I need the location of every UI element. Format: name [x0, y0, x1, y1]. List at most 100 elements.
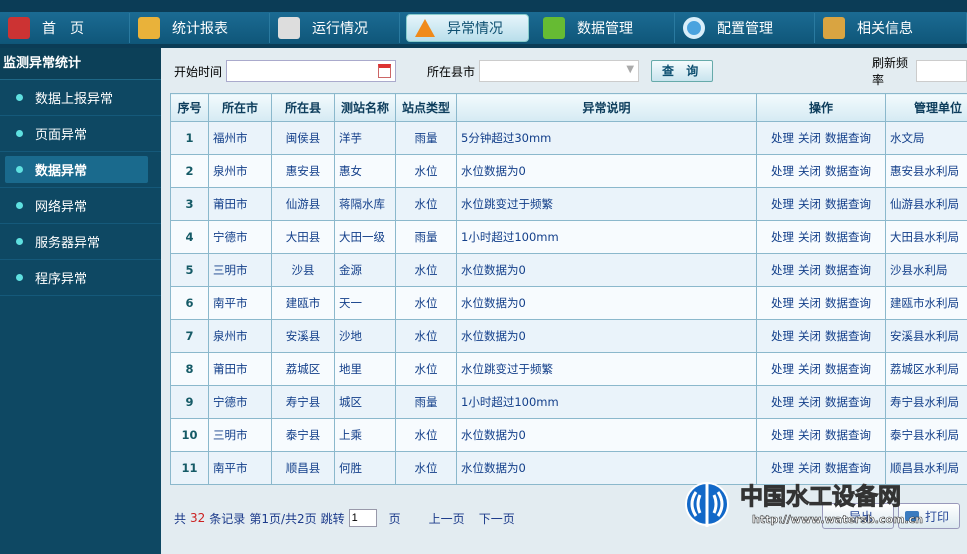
cell: 水位: [395, 319, 457, 353]
county-filter: 所在县市 ▼ 查 询: [427, 58, 714, 84]
nav-item-2[interactable]: 运行情况: [270, 13, 400, 43]
cell: 蒋隔水库: [334, 187, 396, 221]
gear-icon: [683, 17, 705, 39]
total-prefix: 共: [174, 511, 187, 526]
action-link-0[interactable]: 处理: [771, 296, 794, 310]
action-link-2[interactable]: 数据查询: [825, 230, 871, 244]
action-link-1[interactable]: 关闭: [798, 131, 821, 145]
sidebar-item-5[interactable]: 程序异常: [0, 260, 161, 296]
action-link-1[interactable]: 关闭: [798, 428, 821, 442]
cell: 7: [170, 319, 209, 353]
action-link-2[interactable]: 数据查询: [825, 296, 871, 310]
action-link-0[interactable]: 处理: [771, 230, 794, 244]
cell: 仙游县: [271, 187, 335, 221]
county-select[interactable]: ▼: [479, 60, 640, 82]
column-header: 管理单位: [885, 93, 967, 122]
cell: 三明市: [208, 418, 272, 452]
county-label: 所在县市: [427, 64, 476, 79]
action-link-2[interactable]: 数据查询: [825, 362, 871, 376]
action-link-2[interactable]: 数据查询: [825, 395, 871, 409]
action-link-2[interactable]: 数据查询: [825, 131, 871, 145]
start-time-label: 开始时间: [174, 64, 223, 79]
anomaly-table: 序号 所在市 所在县 测站名称 站点类型 异常说明 操作 管理单位 1 福州市 闽侯县 洋芋 雨量 5分…: [170, 93, 967, 485]
pagination: 共 32 条记录 第1页/共2页 跳转 页 上一页 下一页: [174, 509, 515, 527]
action-link-2[interactable]: 数据查询: [825, 461, 871, 475]
action-link-0[interactable]: 处理: [771, 131, 794, 145]
column-header: 站点类型: [395, 93, 457, 122]
sidebar-item-2[interactable]: 数据异常: [0, 152, 161, 188]
action-link-2[interactable]: 数据查询: [825, 197, 871, 211]
action-link-1[interactable]: 关闭: [798, 362, 821, 376]
table-row: 2 泉州市 惠安县 惠女 水位 水位数据为0 处理 关闭 数据查询 惠安县水利局: [170, 154, 967, 188]
cell: 8: [170, 352, 209, 386]
sidebar-item-0[interactable]: 数据上报异常: [0, 80, 161, 116]
action-link-0[interactable]: 处理: [771, 362, 794, 376]
chevron-down-icon: ▼: [626, 64, 635, 75]
action-link-1[interactable]: 关闭: [798, 230, 821, 244]
cell: 1: [170, 121, 209, 155]
action-link-1[interactable]: 关闭: [798, 197, 821, 211]
page-input[interactable]: [348, 509, 377, 527]
cell: 水位: [395, 187, 457, 221]
action-link-1[interactable]: 关闭: [798, 296, 821, 310]
action-link-0[interactable]: 处理: [771, 428, 794, 442]
action-link-1[interactable]: 关闭: [798, 395, 821, 409]
actions-cell: 处理 关闭 数据查询: [756, 385, 886, 419]
nav-item-0[interactable]: 首 页: [0, 13, 130, 43]
sidebar: 监测异常统计 数据上报异常 页面异常 数据异常 网络异常 服务器异常 程序异常: [0, 48, 161, 554]
nav-item-1[interactable]: 统计报表: [130, 13, 270, 43]
action-link-1[interactable]: 关闭: [798, 263, 821, 277]
cell: 上乘: [334, 418, 396, 452]
cell: 泰宁县水利局: [885, 418, 967, 452]
cell: 水位: [395, 451, 457, 485]
cell: 泉州市: [208, 319, 272, 353]
cell: 安溪县水利局: [885, 319, 967, 353]
action-link-0[interactable]: 处理: [771, 164, 794, 178]
cell: 水位: [395, 418, 457, 452]
action-link-1[interactable]: 关闭: [798, 329, 821, 343]
sidebar-item-1[interactable]: 页面异常: [0, 116, 161, 152]
cell: 寿宁县水利局: [885, 385, 967, 419]
start-time-input[interactable]: [226, 60, 397, 82]
nav-item-4[interactable]: 数据管理: [535, 13, 675, 43]
actions-cell: 处理 关闭 数据查询: [756, 121, 886, 155]
cell: 11: [170, 451, 209, 485]
refresh-select[interactable]: [916, 60, 967, 82]
calendar-icon[interactable]: [378, 64, 392, 78]
home-icon: [8, 17, 30, 39]
cell: 水位跳变过于频繁: [456, 352, 757, 386]
action-link-2[interactable]: 数据查询: [825, 428, 871, 442]
action-link-1[interactable]: 关闭: [798, 164, 821, 178]
document-icon: [278, 17, 300, 39]
cell: 沙县水利局: [885, 253, 967, 287]
action-link-0[interactable]: 处理: [771, 263, 794, 277]
action-link-1[interactable]: 关闭: [798, 461, 821, 475]
nav-item-6[interactable]: 相关信息: [815, 13, 967, 43]
nav-label: 运行情况: [312, 21, 368, 37]
action-link-0[interactable]: 处理: [771, 461, 794, 475]
nav-label: 统计报表: [172, 21, 228, 37]
action-link-2[interactable]: 数据查询: [825, 329, 871, 343]
cell: 6: [170, 286, 209, 320]
action-link-2[interactable]: 数据查询: [825, 263, 871, 277]
clipboard-icon: [823, 17, 845, 39]
nav-item-3[interactable]: 异常情况: [406, 14, 529, 42]
next-page-link[interactable]: 下一页: [479, 510, 515, 527]
sidebar-item-label: 服务器异常: [35, 236, 101, 251]
prev-page-link[interactable]: 上一页: [429, 510, 465, 527]
cell: 5分钟超过30mm: [456, 121, 757, 155]
actions-cell: 处理 关闭 数据查询: [756, 418, 886, 452]
cell: 仙游县水利局: [885, 187, 967, 221]
cell: 雨量: [395, 385, 457, 419]
cell: 水位: [395, 352, 457, 386]
query-button[interactable]: 查 询: [651, 60, 714, 82]
action-link-0[interactable]: 处理: [771, 329, 794, 343]
nav-item-5[interactable]: 配置管理: [675, 13, 815, 43]
sidebar-item-label: 页面异常: [35, 128, 88, 143]
action-link-0[interactable]: 处理: [771, 197, 794, 211]
sidebar-item-3[interactable]: 网络异常: [0, 188, 161, 224]
action-link-0[interactable]: 处理: [771, 395, 794, 409]
total-count: 32: [190, 511, 206, 525]
action-link-2[interactable]: 数据查询: [825, 164, 871, 178]
sidebar-item-4[interactable]: 服务器异常: [0, 224, 161, 260]
